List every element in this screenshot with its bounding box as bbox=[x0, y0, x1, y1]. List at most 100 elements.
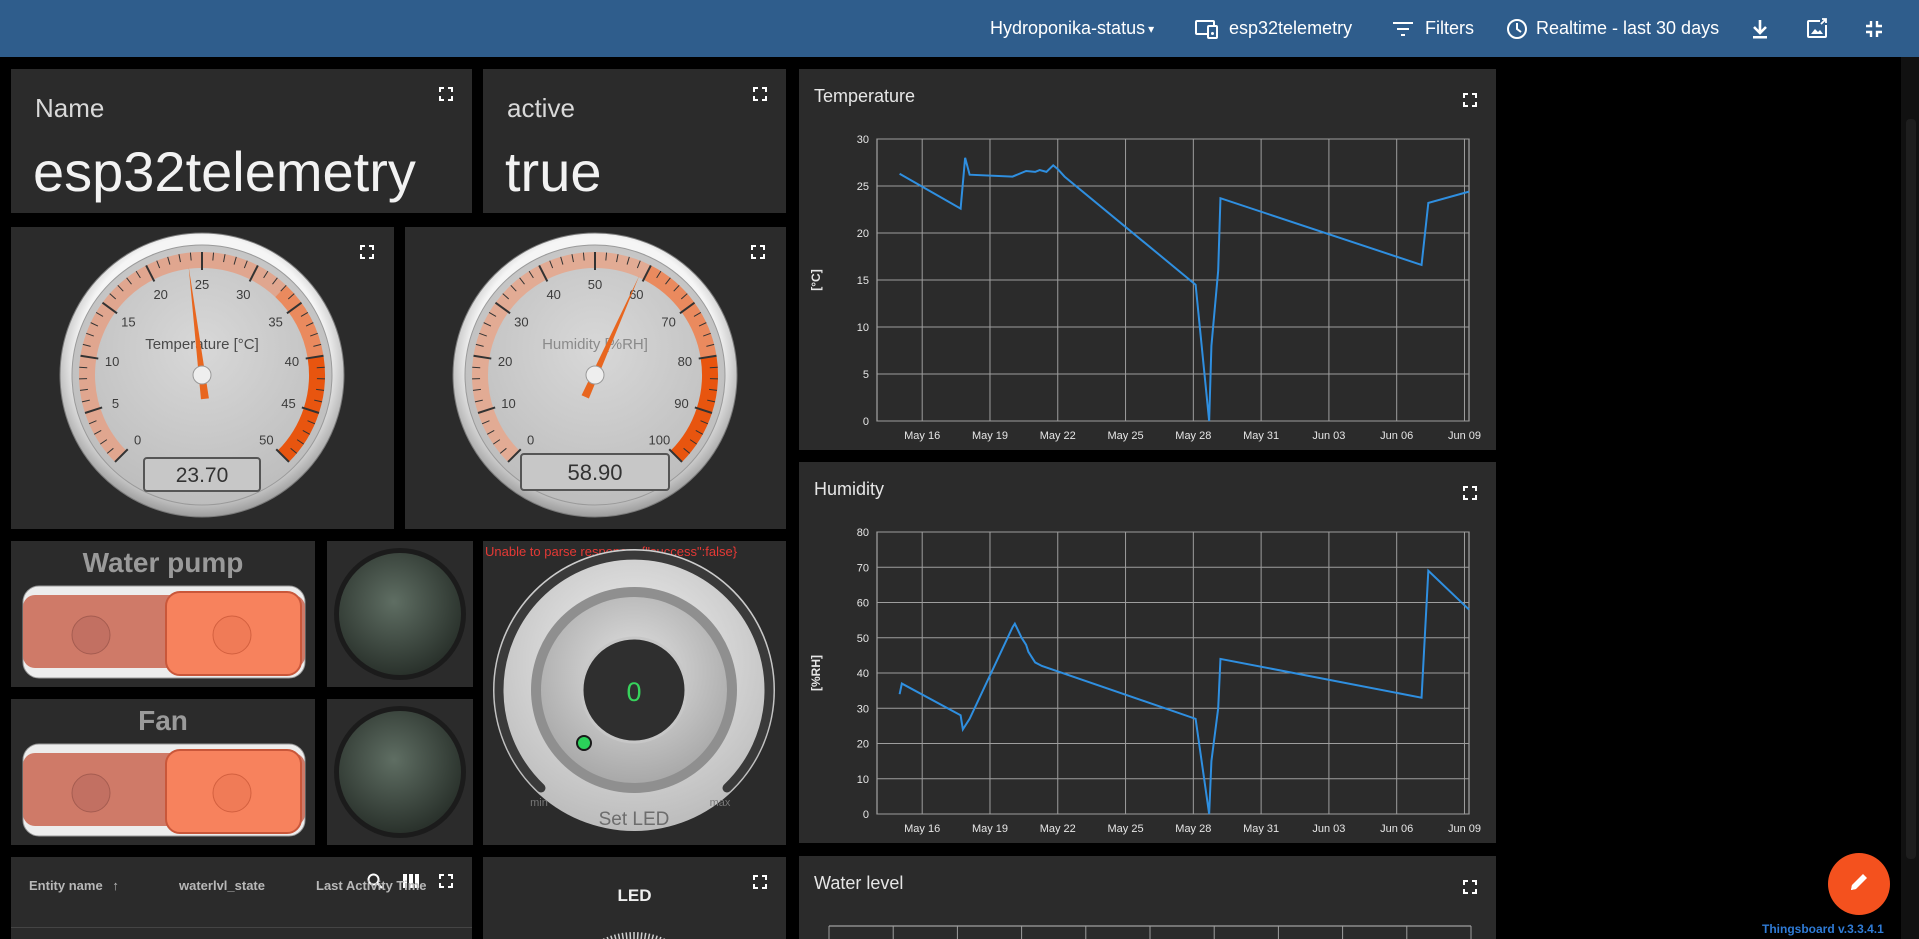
gauge-tick-label: 10 bbox=[105, 354, 119, 369]
x-tick-label: May 25 bbox=[1108, 430, 1144, 442]
clock-icon bbox=[1506, 18, 1528, 40]
download-icon bbox=[1750, 18, 1770, 40]
series-line bbox=[899, 157, 1470, 422]
entity-table-widget bbox=[11, 857, 472, 939]
humidity-gauge-widget: 0 10 20 30 40 50 60 70 80 90 100 Humidity [%RH] 58… bbox=[405, 227, 786, 529]
knob-min-label: min bbox=[530, 797, 548, 809]
knob-max-label: max bbox=[710, 797, 731, 809]
page-scrollbar[interactable] bbox=[1901, 57, 1919, 939]
temperature-gauge: 0 5 10 15 20 25 30 35 40 45 50 Temperature [°C] 23… bbox=[59, 232, 345, 518]
water-level-chart-grid bbox=[828, 925, 1472, 939]
timewindow-label: Realtime - last 30 days bbox=[1536, 18, 1720, 38]
gauge-tick-label: 100 bbox=[648, 432, 670, 447]
x-tick-label: May 22 bbox=[1040, 823, 1076, 835]
x-tick-label: May 22 bbox=[1040, 430, 1076, 442]
x-tick-label: Jun 03 bbox=[1312, 823, 1345, 835]
knob-title: Set LED bbox=[599, 809, 670, 830]
x-tick-label: May 16 bbox=[904, 823, 940, 835]
y-tick-label: 15 bbox=[857, 275, 869, 287]
fan-led-indicator bbox=[334, 706, 466, 838]
y-tick-label: 30 bbox=[857, 703, 869, 715]
column-header-entity-name[interactable]: Entity name ↑ bbox=[29, 878, 119, 893]
gauge-tick-label: 80 bbox=[678, 354, 692, 369]
entity-select[interactable]: esp32telemetry bbox=[1195, 0, 1352, 57]
gauge-tick bbox=[316, 366, 325, 369]
active-card: active true bbox=[483, 69, 786, 213]
y-tick-label: 30 bbox=[857, 134, 869, 146]
column-header-last-activity[interactable]: Last Activity Time bbox=[316, 878, 427, 893]
x-tick-label: Jun 09 bbox=[1448, 823, 1481, 835]
gauge-tick-label: 5 bbox=[112, 396, 119, 411]
name-card: Name esp32telemetry bbox=[11, 69, 472, 213]
humidity-gauge: 0102030405060708090100 Humidity [%RH] 58… bbox=[452, 232, 738, 518]
dial-tick bbox=[651, 934, 655, 939]
fan-switch[interactable] bbox=[11, 699, 315, 845]
knob-value: 0 bbox=[626, 677, 641, 707]
column-label: Last Activity Time bbox=[316, 878, 427, 893]
column-label: waterlvl_state bbox=[179, 878, 265, 893]
humidity-chart: 0 10 20 30 40 50 60 70 80 May 16 May 19 May 22 May 2… bbox=[809, 527, 1481, 835]
filters-label: Filters bbox=[1425, 18, 1474, 38]
export-image-button[interactable] bbox=[1806, 0, 1828, 57]
y-tick-label: 10 bbox=[857, 774, 869, 786]
water-pump-widget: Water pump bbox=[11, 541, 315, 687]
x-tick-label: May 19 bbox=[972, 430, 1008, 442]
entity-label: esp32telemetry bbox=[1229, 18, 1353, 38]
y-tick-label: 0 bbox=[863, 416, 869, 428]
gauge-title: Temperature [°C] bbox=[145, 336, 259, 353]
name-value: esp32telemetry bbox=[33, 140, 416, 203]
water-pump-led-widget bbox=[327, 541, 473, 687]
x-tick-label: Jun 09 bbox=[1448, 430, 1481, 442]
fullscreen-icon[interactable] bbox=[439, 874, 453, 888]
download-button[interactable] bbox=[1750, 0, 1770, 57]
water-pump-switch[interactable] bbox=[11, 541, 315, 687]
gauge-tick-label: 50 bbox=[588, 277, 602, 292]
timewindow-button[interactable]: Realtime - last 30 days bbox=[1506, 0, 1719, 57]
temperature-gauge-widget: 0 5 10 15 20 25 30 35 40 45 50 Temperature [°C] 23… bbox=[11, 227, 394, 529]
column-header-waterlvl-state[interactable]: waterlvl_state bbox=[179, 878, 265, 893]
scrollbar-thumb[interactable] bbox=[1906, 119, 1916, 859]
fullscreen-icon[interactable] bbox=[753, 875, 767, 889]
fan-widget: Fan bbox=[11, 699, 315, 845]
set-led-knob[interactable]: 0 min max Set LED bbox=[483, 541, 786, 845]
y-tick-label: 10 bbox=[857, 322, 869, 334]
active-value: true bbox=[505, 140, 602, 203]
fullscreen-icon[interactable] bbox=[360, 245, 374, 259]
x-tick-label: May 16 bbox=[904, 430, 940, 442]
knob-indicator-dot bbox=[576, 735, 592, 751]
y-tick-label: 20 bbox=[857, 228, 869, 240]
fullscreen-icon[interactable] bbox=[753, 87, 767, 101]
gauge-tick-label: 35 bbox=[268, 315, 282, 330]
x-tick-label: May 28 bbox=[1175, 430, 1211, 442]
dial-tick bbox=[621, 932, 624, 939]
x-tick-label: Jun 06 bbox=[1380, 430, 1413, 442]
y-tick-label: 60 bbox=[857, 598, 869, 610]
gauge-tick-label: 20 bbox=[498, 354, 512, 369]
x-tick-label: May 31 bbox=[1243, 823, 1279, 835]
image-export-icon bbox=[1806, 17, 1828, 40]
exit-fullscreen-button[interactable] bbox=[1864, 0, 1884, 57]
dashboard-state-select[interactable]: Hydroponika-status ▾ bbox=[990, 0, 1154, 57]
gauge-tick-label: 30 bbox=[236, 287, 250, 302]
fullscreen-exit-icon bbox=[1864, 19, 1884, 39]
caret-down-icon: ▾ bbox=[1148, 21, 1155, 36]
name-label: Name bbox=[35, 93, 105, 123]
y-tick-label: 80 bbox=[857, 527, 869, 539]
gauge-tick-label: 90 bbox=[674, 396, 688, 411]
fullscreen-icon[interactable] bbox=[751, 245, 765, 259]
x-tick-label: May 19 bbox=[972, 823, 1008, 835]
gauge-tick-label: 10 bbox=[501, 396, 515, 411]
gauge-tick bbox=[79, 366, 88, 369]
dial-tick bbox=[647, 933, 651, 939]
series-line bbox=[898, 568, 1470, 815]
temperature-chart: 0 5 10 15 20 25 30 May 16 May 19 May 22 May 25 May … bbox=[809, 134, 1481, 442]
filters-button[interactable]: Filters bbox=[1393, 0, 1474, 57]
humidity-chart-widget: Humidity 0 10 20 30 40 50 60 70 80 May 16 May 19 Ma… bbox=[799, 462, 1496, 843]
fullscreen-icon[interactable] bbox=[439, 87, 453, 101]
edit-dashboard-button[interactable] bbox=[1828, 853, 1890, 915]
water-level-chart-widget: Water level bbox=[799, 856, 1496, 939]
dashboard-state-label: Hydroponika-status bbox=[990, 18, 1146, 38]
active-label: active bbox=[507, 93, 575, 123]
gauge-tick-label: 45 bbox=[281, 396, 295, 411]
temperature-chart-widget: Temperature 0 5 10 15 20 25 30 May 16 May 19 May … bbox=[799, 69, 1496, 450]
